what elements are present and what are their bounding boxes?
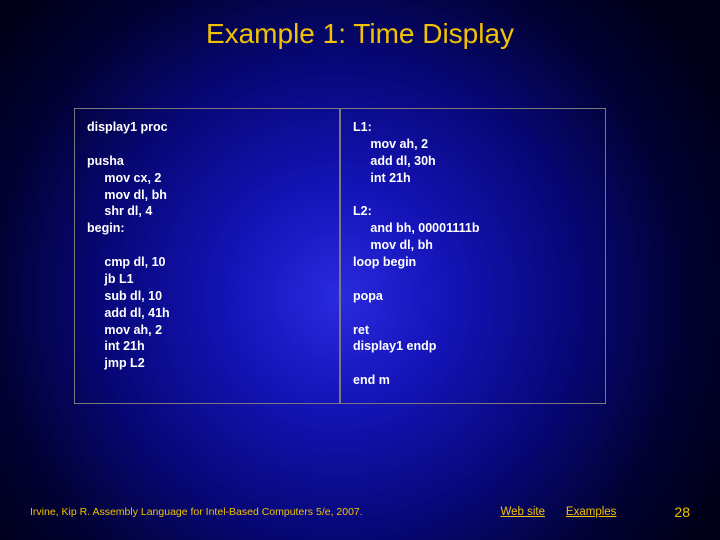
link-examples[interactable]: Examples (566, 506, 617, 518)
footer-links: Web site Examples (500, 506, 634, 518)
footer-author: Irvine, Kip R. Assembly Language for Int… (30, 506, 470, 518)
page-number: 28 (674, 504, 690, 520)
code-right: L1: mov ah, 2 add dl, 30h int 21h L2: an… (340, 108, 606, 404)
footer: Irvine, Kip R. Assembly Language for Int… (30, 504, 690, 520)
link-web-site[interactable]: Web site (500, 506, 545, 518)
code-left: display1 proc pusha mov cx, 2 mov dl, bh… (74, 108, 340, 404)
slide-title: Example 1: Time Display (0, 0, 720, 50)
code-columns: display1 proc pusha mov cx, 2 mov dl, bh… (74, 108, 606, 404)
slide: Example 1: Time Display display1 proc pu… (0, 0, 720, 540)
